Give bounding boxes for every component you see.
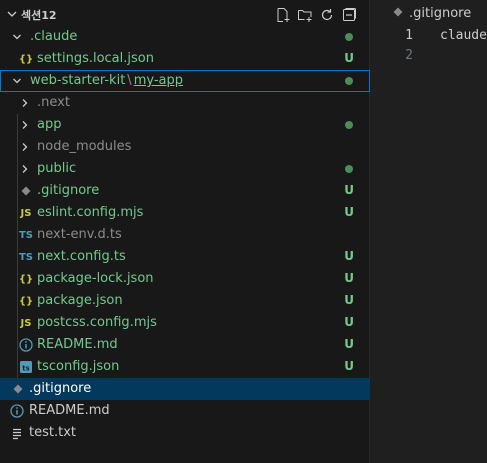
tree-item-label: package-lock.json <box>37 271 154 286</box>
tree-item-test-txt[interactable]: test.txt <box>0 422 370 444</box>
modified-dot <box>345 121 353 129</box>
tree-item-gitignore[interactable]: .gitignore U <box>0 180 370 202</box>
tree-item-label: settings.local.json <box>37 51 154 66</box>
tree-item-label: .gitignore <box>37 183 100 198</box>
chevron-right-icon <box>22 165 28 173</box>
json-icon: {} <box>18 273 34 285</box>
tree-item-root-readme[interactable]: README.md <box>0 400 370 422</box>
ts-icon: TS <box>18 229 34 241</box>
chevron-down-icon <box>13 34 21 40</box>
folder-segment-web-starter-kit[interactable]: web-starter-kit <box>30 73 125 88</box>
tree-item-next-env[interactable]: TS next-env.d.ts <box>0 224 370 246</box>
editor-pane[interactable]: .gitignore 1 claude 2 <box>371 0 487 463</box>
git-diamond-icon <box>10 381 26 397</box>
new-file-icon[interactable] <box>274 6 292 24</box>
untracked-badge: U <box>344 205 354 219</box>
tree-item-settings-local-json[interactable]: {} settings.local.json U <box>0 48 370 70</box>
tree-item-postcss-config[interactable]: JS postcss.config.mjs U <box>0 312 370 334</box>
tree-item-next-config[interactable]: TS next.config.ts U <box>0 246 370 268</box>
editor-tab-gitignore[interactable]: .gitignore <box>393 6 471 21</box>
untracked-badge: U <box>344 249 354 263</box>
info-icon <box>18 337 34 353</box>
tree-item-label: next-env.d.ts <box>37 227 122 242</box>
untracked-badge: U <box>344 183 354 197</box>
editor-tab-label: .gitignore <box>409 6 472 21</box>
tree-item-label: tsconfig.json <box>37 359 120 374</box>
ts-icon: TS <box>18 251 34 263</box>
path-separator: \ <box>127 73 132 88</box>
tree-item-next-folder[interactable]: .next <box>0 92 370 114</box>
line-number: 2 <box>405 48 413 63</box>
tree-item-readme[interactable]: README.md U <box>0 334 370 356</box>
tree-item-root-gitignore[interactable]: .gitignore <box>0 378 370 400</box>
chevron-right-icon <box>22 143 28 151</box>
section-title: 섹션12 <box>21 9 57 22</box>
text-file-icon <box>9 425 25 441</box>
untracked-badge: U <box>344 315 354 329</box>
tree-item-label: public <box>37 161 77 176</box>
modified-dot <box>345 77 353 85</box>
tree-item-label: README.md <box>29 403 110 418</box>
code-line[interactable]: claude <box>440 28 487 43</box>
tree-item-label: README.md <box>37 337 118 352</box>
git-diamond-icon <box>18 183 34 199</box>
tree-item-label: .gitignore <box>29 381 92 396</box>
chevron-down-icon <box>13 78 21 84</box>
tree-item-public-folder[interactable]: public <box>0 158 370 180</box>
tree-item-label: postcss.config.mjs <box>37 315 157 330</box>
tree-item-label: next.config.ts <box>37 249 126 264</box>
line-number: 1 <box>405 28 413 43</box>
tree-item-claude-folder[interactable]: .claude <box>0 26 370 48</box>
compact-folder-path: web-starter-kit \ my-app <box>30 73 183 88</box>
explorer-actions <box>274 6 358 24</box>
untracked-badge: U <box>344 359 354 373</box>
info-icon <box>9 403 25 419</box>
tree-item-package-json[interactable]: {} package.json U <box>0 290 370 312</box>
tree-item-label: node_modules <box>37 139 132 154</box>
folder-segment-my-app[interactable]: my-app <box>134 73 183 88</box>
tree-item-my-app-folder[interactable]: web-starter-kit \ my-app <box>0 70 370 92</box>
untracked-badge: U <box>344 271 354 285</box>
tree-item-label: app <box>37 117 62 132</box>
untracked-badge: U <box>344 337 354 351</box>
tree-item-tsconfig[interactable]: ts tsconfig.json U <box>0 356 370 378</box>
tree-item-label: .next <box>37 95 70 110</box>
modified-dot <box>345 165 353 173</box>
explorer-section-header[interactable]: 섹션12 <box>0 4 370 26</box>
tsconfig-icon: ts <box>18 359 34 375</box>
tree-item-label: test.txt <box>29 425 76 440</box>
tree-item-label: .claude <box>30 29 78 44</box>
json-icon: {} <box>18 53 34 65</box>
chevron-down-icon[interactable] <box>6 8 18 20</box>
json-icon: {} <box>18 295 34 307</box>
tree-item-label: package.json <box>37 293 123 308</box>
svg-text:ts: ts <box>22 365 30 373</box>
js-icon: JS <box>20 207 32 219</box>
tree-item-app-folder[interactable]: app <box>0 114 370 136</box>
tree-item-eslint-config[interactable]: JS eslint.config.mjs U <box>0 202 370 224</box>
explorer-panel: 섹션12 .claude {} settings.local.json U we… <box>0 0 370 463</box>
collapse-all-icon[interactable] <box>340 6 358 24</box>
new-folder-icon[interactable] <box>296 6 314 24</box>
untracked-badge: U <box>344 51 354 65</box>
untracked-badge: U <box>344 293 354 307</box>
tree-item-node-modules-folder[interactable]: node_modules <box>0 136 370 158</box>
tree-item-label: eslint.config.mjs <box>37 205 144 220</box>
git-diamond-icon <box>393 6 403 21</box>
tree-item-package-lock[interactable]: {} package-lock.json U <box>0 268 370 290</box>
refresh-icon[interactable] <box>318 6 336 24</box>
modified-dot <box>345 33 353 41</box>
chevron-right-icon <box>22 121 28 129</box>
chevron-right-icon <box>22 99 28 107</box>
js-icon: JS <box>20 317 32 329</box>
